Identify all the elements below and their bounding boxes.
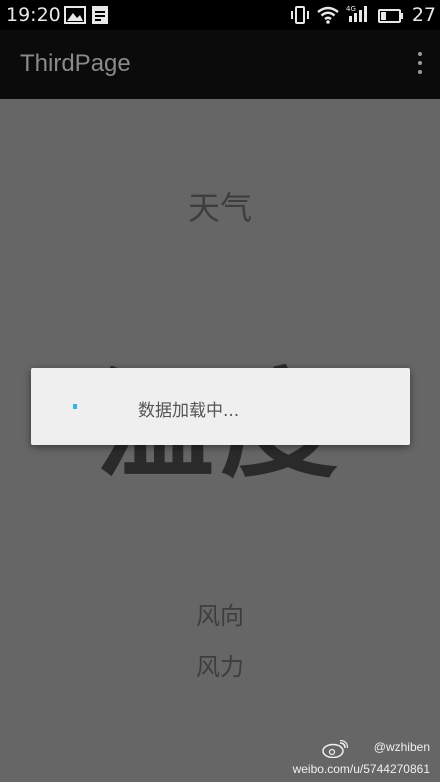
loading-message: 数据加载中... xyxy=(138,401,240,421)
action-bar: ThirdPage xyxy=(0,30,440,99)
wind-direction-label: 风向 xyxy=(196,602,244,630)
weather-label: 天气 xyxy=(187,189,252,227)
status-time: 19:20 xyxy=(6,4,61,26)
wind-force-label: 风力 xyxy=(196,653,244,681)
image-icon xyxy=(64,6,86,28)
watermark-url: weibo.com/u/5744270861 xyxy=(292,762,430,776)
wifi-icon xyxy=(317,6,339,28)
notification-icon xyxy=(92,6,108,28)
watermark-handle: @wzhiben xyxy=(373,740,430,754)
loading-dialog: 数据加载中... xyxy=(31,368,410,445)
svg-text:4G: 4G xyxy=(346,5,356,13)
weibo-logo-icon xyxy=(322,739,349,759)
battery-level: 27 xyxy=(411,4,436,26)
signal-4g-icon: 4G xyxy=(346,4,370,28)
battery-icon xyxy=(378,8,404,27)
app-title: ThirdPage xyxy=(20,50,131,77)
weibo-watermark: @wzhiben weibo.com/u/5744270861 xyxy=(234,739,434,782)
loading-spinner-icon xyxy=(72,395,78,409)
vibrate-icon xyxy=(290,6,310,28)
status-bar: 19:20 4G 27 xyxy=(0,0,440,30)
overflow-menu-icon[interactable] xyxy=(414,52,426,78)
